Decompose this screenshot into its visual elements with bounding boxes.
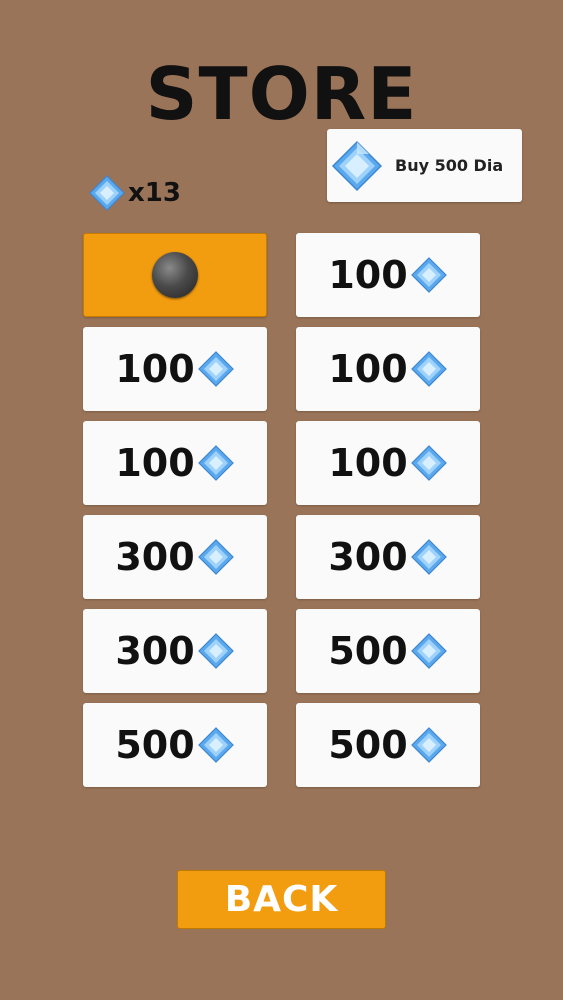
diamond-count: x13 [128,178,181,208]
store-item[interactable]: 100 [83,327,267,411]
store-item[interactable]: 500 [83,703,267,787]
store-item-selected[interactable] [83,233,267,317]
diamond-icon [410,632,448,670]
item-price: 300 [115,535,195,579]
store-item[interactable]: 100 [83,421,267,505]
store-item[interactable]: 300 [296,515,480,599]
ball-icon [152,252,198,298]
diamond-icon [331,140,383,192]
store-item[interactable]: 100 [296,421,480,505]
diamond-icon [197,726,235,764]
item-price: 300 [328,535,408,579]
store-item-grid: 100 100 100 100 100 300 300 300 500 500 [83,233,480,787]
item-price: 100 [115,347,195,391]
diamond-icon [197,632,235,670]
diamond-icon [197,350,235,388]
item-price: 500 [115,723,195,767]
item-price: 100 [328,347,408,391]
buy-button-label: Buy 500 Dia [395,156,504,175]
diamond-icon [197,444,235,482]
item-price: 100 [115,441,195,485]
store-item[interactable]: 100 [296,233,480,317]
store-item[interactable]: 300 [83,609,267,693]
diamond-icon [410,444,448,482]
diamond-balance: x13 [88,173,181,213]
back-button[interactable]: BACK [177,870,386,929]
diamond-icon [410,538,448,576]
diamond-icon [410,256,448,294]
store-item[interactable]: 100 [296,327,480,411]
item-price: 300 [115,629,195,673]
diamond-icon [410,350,448,388]
diamond-icon [88,174,126,212]
store-item[interactable]: 500 [296,703,480,787]
diamond-icon [410,726,448,764]
buy-diamonds-button[interactable]: Buy 500 Dia [327,129,522,202]
item-price: 500 [328,629,408,673]
store-item[interactable]: 300 [83,515,267,599]
store-item[interactable]: 500 [296,609,480,693]
item-price: 100 [328,441,408,485]
page-title: STORE [145,52,418,136]
item-price: 500 [328,723,408,767]
diamond-icon [197,538,235,576]
item-price: 100 [328,253,408,297]
back-button-label: BACK [224,879,339,920]
